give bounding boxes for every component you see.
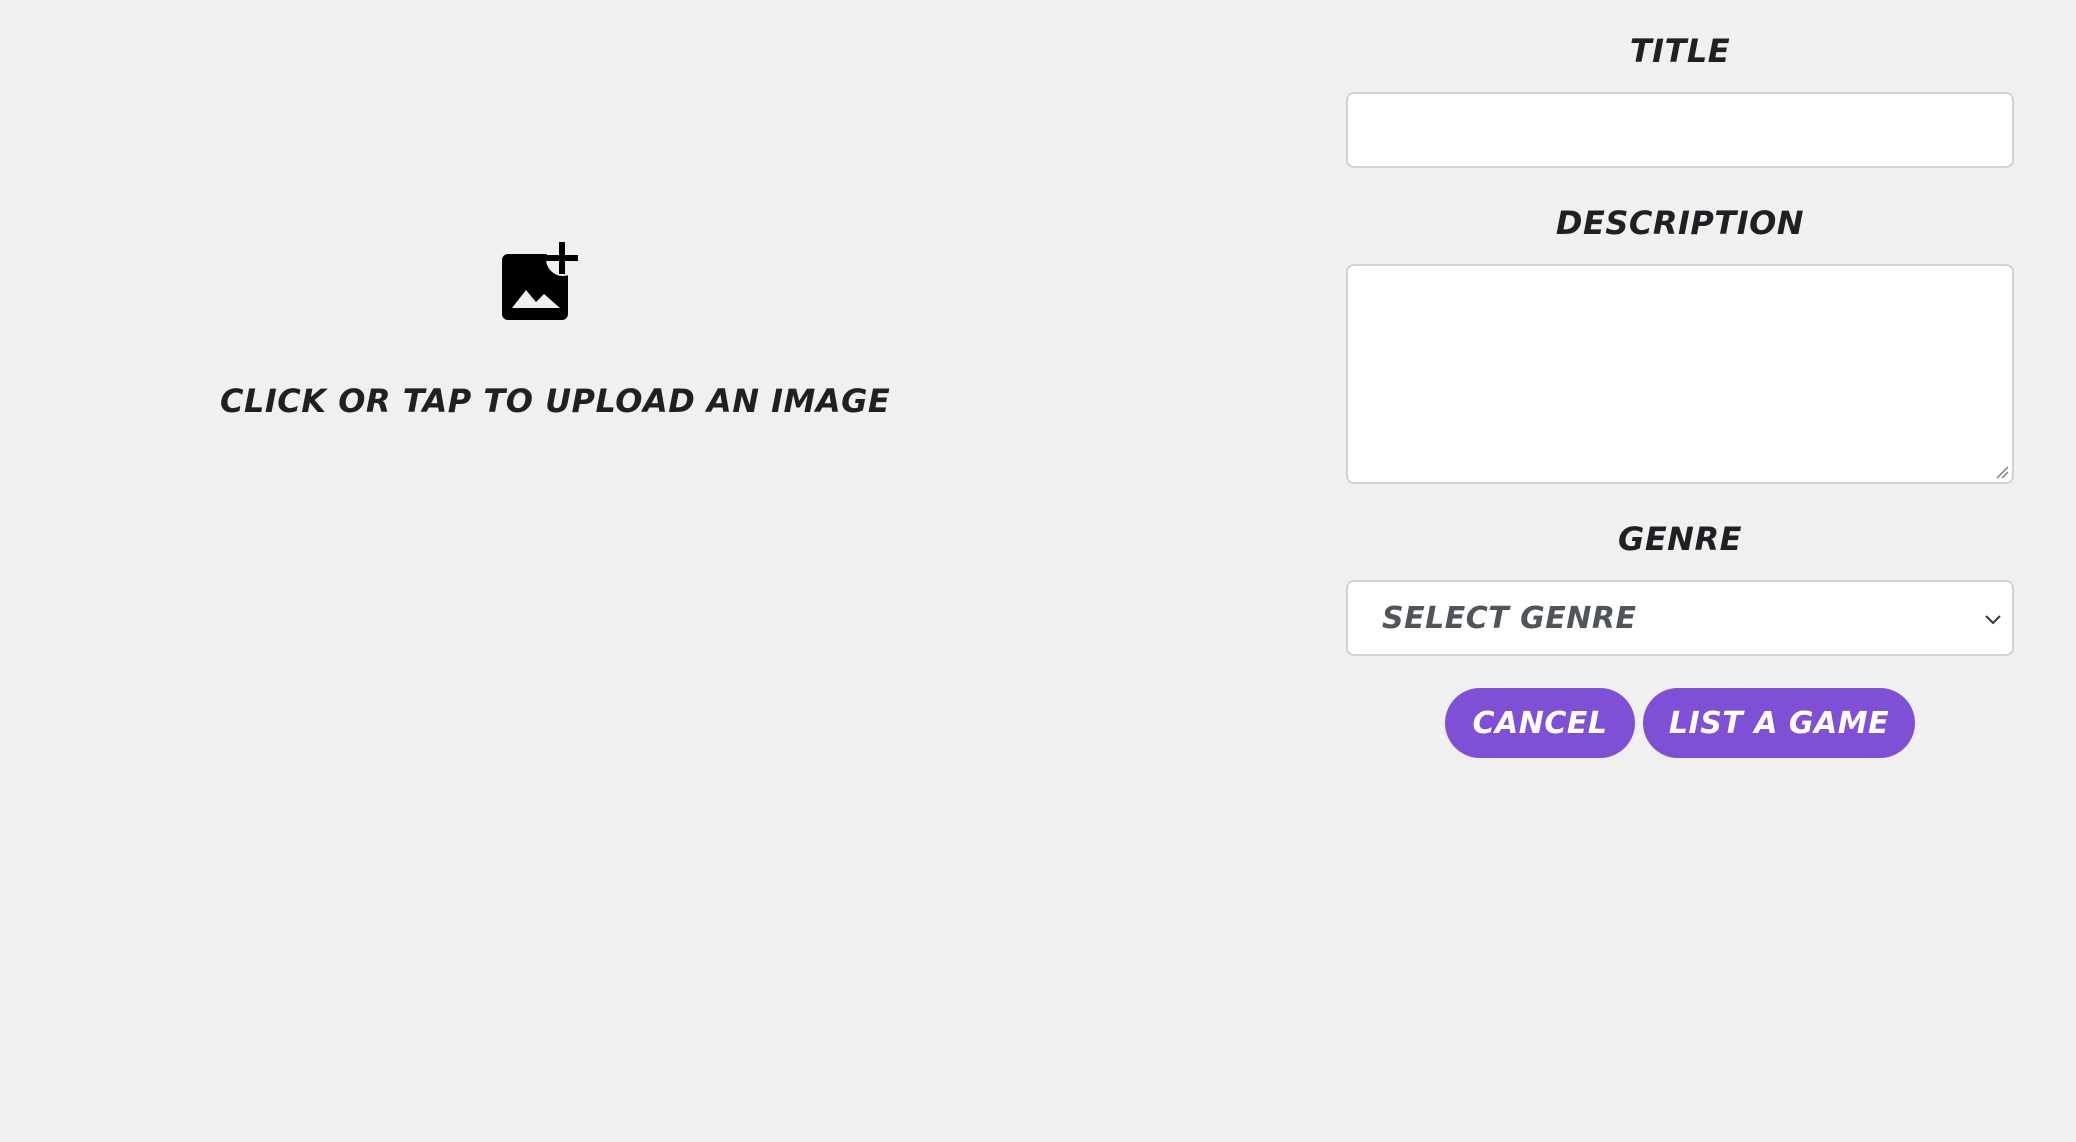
genre-select[interactable]: SELECT GENRE (1346, 580, 2014, 656)
genre-label: GENRE (1618, 520, 1742, 558)
description-label: DESCRIPTION (1555, 204, 1805, 242)
chevron-down-icon (1985, 615, 2001, 625)
upload-instructions: CLICK OR TAP TO UPLOAD AN IMAGE (220, 382, 891, 420)
list-game-page: CLICK OR TAP TO UPLOAD AN IMAGE TITLE DE… (0, 0, 2076, 1142)
description-textarea[interactable] (1346, 264, 2014, 484)
form-actions: CANCEL LIST A GAME (1346, 688, 2014, 758)
add-photo-icon (502, 242, 580, 320)
cancel-button[interactable]: CANCEL (1445, 688, 1635, 758)
list-a-game-button[interactable]: LIST A GAME (1643, 688, 1915, 758)
genre-select-value: SELECT GENRE (1382, 600, 1637, 636)
title-label: TITLE (1629, 32, 1731, 70)
resize-handle-icon[interactable] (1995, 465, 2009, 479)
image-upload-area[interactable]: CLICK OR TAP TO UPLOAD AN IMAGE (0, 0, 1080, 700)
title-input[interactable] (1346, 92, 2014, 168)
